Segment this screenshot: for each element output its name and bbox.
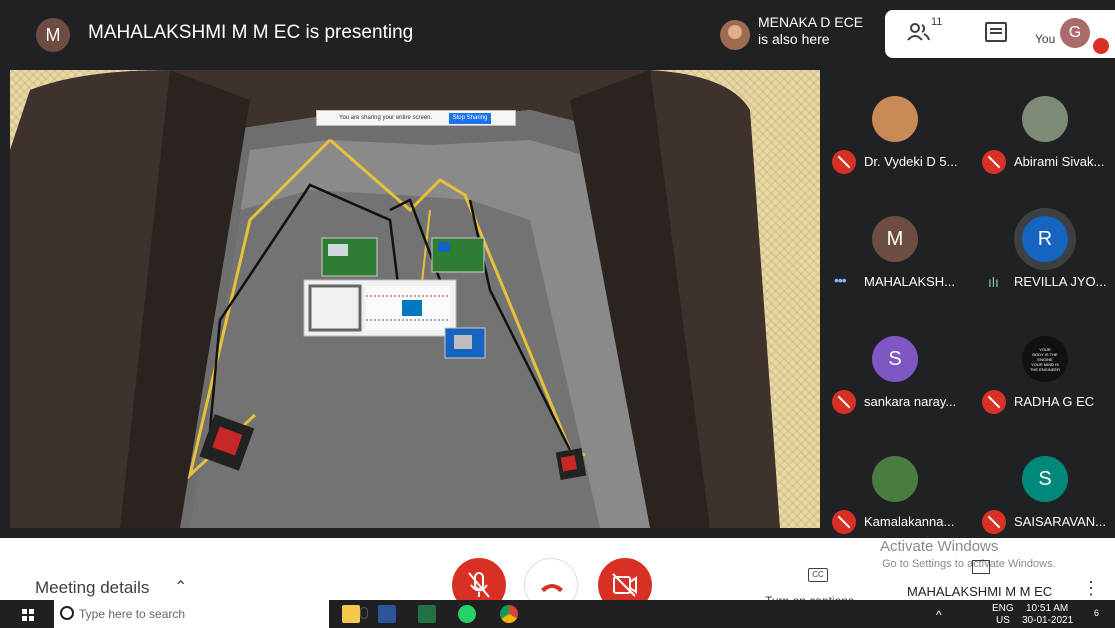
cortana-icon <box>60 606 74 620</box>
excel-icon[interactable] <box>418 605 436 623</box>
participant-tile[interactable]: Kamalakanna... <box>820 430 960 542</box>
participant-tile[interactable]: YOUR BODY IS THE ENGINE YOUR MIND IS THE… <box>970 310 1110 422</box>
bottom-bar: Meeting details ⌃ CC Turn on captions Ac… <box>0 538 1115 612</box>
taskbar-search[interactable]: Type here to search <box>54 600 368 628</box>
shared-screen: You are sharing your entire screen. Stop… <box>10 70 820 528</box>
participant-avatar: S <box>1022 456 1068 502</box>
speaking-icon: ılı <box>988 274 999 290</box>
also-here-caption: is also here <box>758 31 830 47</box>
presenting-name: MAHALAKSHMI M M EC <box>907 584 1053 599</box>
participant-name: MAHALAKSH... <box>864 274 956 289</box>
participant-name: RADHA G EC <box>1014 394 1095 409</box>
you-label: You <box>1035 32 1056 46</box>
people-count: 11 <box>931 16 943 28</box>
participant-name: SAISARAVAN... <box>1014 514 1106 529</box>
muted-icon <box>982 390 1006 414</box>
word-icon[interactable] <box>378 605 396 623</box>
muted-icon <box>832 390 856 414</box>
participant-avatar: S <box>872 336 918 382</box>
sharing-banner: You are sharing your entire screen. Stop… <box>316 110 516 126</box>
top-controls: 11 You G <box>885 10 1115 58</box>
participant-tile[interactable]: R ılı REVILLA JYO... <box>970 190 1110 302</box>
activate-windows-subtitle: Go to Settings to activate Windows. <box>882 558 1056 570</box>
participant-avatar: M <box>872 216 918 262</box>
tray-chevron-icon[interactable]: ^ <box>936 608 942 622</box>
top-bar: M MAHALAKSHMI M M EC is presenting MENAK… <box>0 0 1115 70</box>
clock-time[interactable]: 10:51 AM <box>1026 603 1068 614</box>
participant-avatar-photo <box>872 456 918 502</box>
chat-icon[interactable] <box>985 22 1007 42</box>
windows-taskbar: Type here to search ^ ENG US 10:51 AM 30… <box>0 600 1115 628</box>
participant-tile[interactable]: S sankara naray... <box>820 310 960 422</box>
poster-line: THE ENGINEER <box>1029 366 1060 372</box>
participant-tile[interactable]: Dr. Vydeki D 5... <box>820 70 960 182</box>
more-options-icon[interactable]: ••• <box>834 272 847 288</box>
meeting-details-button[interactable]: Meeting details <box>35 578 149 598</box>
also-here-indicator[interactable]: MENAKA D ECE is also here <box>716 10 882 58</box>
file-explorer-icon[interactable] <box>342 605 360 623</box>
participant-avatar-poster: YOUR BODY IS THE ENGINE YOUR MIND IS THE… <box>1022 336 1068 382</box>
muted-icon <box>832 150 856 174</box>
participant-name: sankara naray... <box>864 394 957 409</box>
stop-sharing-button[interactable]: Stop Sharing <box>449 113 491 124</box>
participants-grid: Dr. Vydeki D 5... Abirami Sivak... M •••… <box>820 70 1115 538</box>
whatsapp-icon[interactable] <box>458 605 476 623</box>
more-options-icon[interactable]: ⋮ <box>1082 578 1100 599</box>
chevron-up-icon[interactable]: ⌃ <box>174 577 187 597</box>
captions-icon[interactable]: CC <box>808 568 828 582</box>
self-muted-icon <box>1093 38 1109 54</box>
participant-tile[interactable]: M ••• MAHALAKSH... <box>820 190 960 302</box>
muted-icon <box>982 510 1006 534</box>
participant-tile[interactable]: Abirami Sivak... <box>970 70 1110 182</box>
language-bottom[interactable]: US <box>996 615 1010 626</box>
notification-count[interactable]: 6 <box>1094 608 1099 618</box>
participant-name: Kamalakanna... <box>864 514 955 529</box>
presenter-title: MAHALAKSHMI M M EC is presenting <box>88 22 414 43</box>
participant-name: Dr. Vydeki D 5... <box>864 154 958 169</box>
also-here-name: MENAKA D ECE <box>758 14 864 30</box>
taskbar-search-placeholder: Type here to search <box>79 607 186 621</box>
activate-windows-title: Activate Windows <box>880 538 999 555</box>
chrome-icon[interactable] <box>500 605 518 623</box>
muted-icon <box>982 150 1006 174</box>
people-icon <box>907 23 930 41</box>
windows-start-icon[interactable] <box>22 609 34 621</box>
self-avatar[interactable]: G <box>1060 18 1090 48</box>
participant-avatar: R <box>1022 216 1068 262</box>
presenter-avatar: M <box>36 18 70 52</box>
participant-name: Abirami Sivak... <box>1014 154 1105 169</box>
sharing-banner-message: You are sharing your entire screen. <box>339 115 433 121</box>
people-button[interactable]: 11 <box>907 16 943 46</box>
participant-avatar-photo <box>1022 96 1068 142</box>
participant-avatar-photo <box>872 96 918 142</box>
clock-date[interactable]: 30-01-2021 <box>1022 615 1073 626</box>
microphone-icon[interactable] <box>360 607 368 619</box>
also-here-avatar <box>720 20 750 50</box>
participant-tile[interactable]: S SAISARAVAN... <box>970 430 1110 542</box>
muted-icon <box>832 510 856 534</box>
participant-name: REVILLA JYO... <box>1014 274 1107 289</box>
language-top[interactable]: ENG <box>992 603 1014 614</box>
jacket-image <box>10 70 780 528</box>
present-screen-icon[interactable] <box>972 560 990 574</box>
